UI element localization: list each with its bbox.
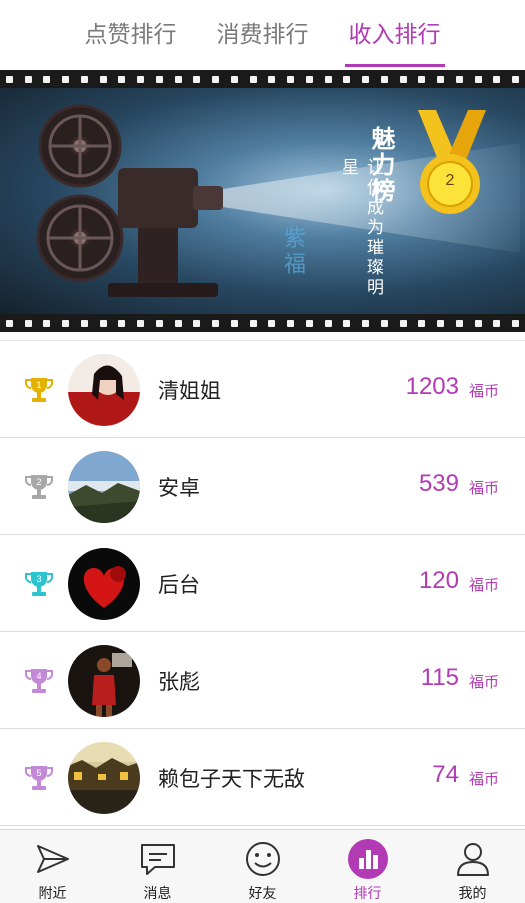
- nav-item-friends[interactable]: 好友: [210, 830, 315, 903]
- trophy-icon: 2: [25, 475, 53, 499]
- avatar[interactable]: [68, 548, 140, 620]
- ranking-row[interactable]: 2 安卓 539 福币: [0, 438, 525, 535]
- nav-label: 好友: [248, 886, 277, 902]
- nav-item-messages[interactable]: 消息: [105, 830, 210, 903]
- user-name: 赖包子天下无敌: [158, 768, 305, 791]
- currency-unit: 福币: [468, 382, 499, 400]
- income-amount: 120: [418, 567, 459, 594]
- income-amount: 1203: [405, 373, 459, 400]
- nav-label: 附近: [38, 886, 67, 902]
- trophy-icon: 1: [25, 378, 53, 402]
- trophy-rank-number: 4: [36, 671, 41, 681]
- nav-label: 我的: [458, 886, 487, 902]
- banner-background: 紫福 让你成为璀璨明星 魅力榜 2: [0, 88, 525, 314]
- trophy-rank-number: 2: [36, 477, 41, 487]
- user-name: 后台: [158, 574, 200, 597]
- currency-unit: 福币: [468, 770, 499, 788]
- ranking-row[interactable]: 3 后台 120 福币: [0, 535, 525, 632]
- currency-unit: 福币: [468, 576, 499, 594]
- nav-item-nearby[interactable]: 附近: [0, 830, 105, 903]
- smile-icon: [245, 842, 280, 876]
- user-name: 张彪: [158, 671, 200, 694]
- film-strip-top: [0, 70, 525, 88]
- tab-income-ranking[interactable]: 收入排行: [344, 0, 445, 70]
- medal-number: 2: [445, 172, 455, 189]
- ranking-row[interactable]: 1 清姐姐 1203 福币: [0, 341, 525, 438]
- trophy-icon: 5: [25, 766, 53, 790]
- trophy-icon: 4: [25, 669, 53, 693]
- avatar[interactable]: [68, 451, 140, 523]
- ranking-list: 1 清姐姐 1203 福币 2 安卓 539 福币 3 后台 120 福币 4 …: [0, 340, 525, 826]
- ranking-icon: [347, 839, 388, 879]
- charm-ranking-banner: 紫福 让你成为璀璨明星 魅力榜 2: [0, 70, 525, 332]
- send-icon: [36, 845, 69, 873]
- currency-unit: 福币: [468, 479, 499, 497]
- avatar[interactable]: [68, 354, 140, 426]
- bottom-navigation: 附近 消息 好友 排行 我的: [0, 829, 525, 903]
- trophy-rank-number: 5: [36, 768, 41, 778]
- currency-unit: 福币: [468, 673, 499, 691]
- nav-label: 排行: [353, 886, 382, 902]
- film-strip-bottom: [0, 314, 525, 332]
- avatar[interactable]: [68, 742, 140, 814]
- banner-watermark-text: 紫福: [280, 226, 305, 278]
- user-name: 清姐姐: [158, 380, 221, 403]
- film-projector-image: [36, 104, 223, 297]
- income-amount: 115: [420, 664, 459, 691]
- ranking-row[interactable]: 5 赖包子天下无敌 74 福币: [0, 729, 525, 826]
- trophy-icon: 3: [25, 572, 53, 596]
- banner-title: 魅力榜: [367, 126, 396, 204]
- profile-icon: [456, 843, 489, 876]
- income-amount: 74: [432, 761, 459, 788]
- nav-item-ranking[interactable]: 排行: [315, 830, 420, 903]
- tab-spending-ranking[interactable]: 消费排行: [217, 0, 309, 70]
- ranking-row[interactable]: 4 张彪 115 福币: [0, 632, 525, 729]
- tab-likes-ranking[interactable]: 点赞排行: [85, 0, 177, 70]
- nav-label: 消息: [143, 886, 172, 902]
- income-amount: 539: [418, 470, 459, 497]
- avatar[interactable]: [68, 645, 140, 717]
- user-name: 安卓: [158, 477, 200, 500]
- ranking-tabs: 点赞排行 消费排行 收入排行: [0, 0, 525, 70]
- trophy-rank-number: 3: [36, 574, 41, 584]
- message-icon: [140, 844, 175, 875]
- nav-item-profile[interactable]: 我的: [420, 830, 525, 903]
- trophy-rank-number: 1: [36, 380, 41, 390]
- medal-icon: [418, 110, 486, 214]
